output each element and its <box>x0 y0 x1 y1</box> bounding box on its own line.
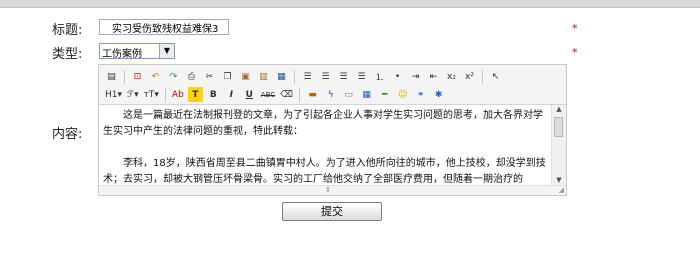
toolbar-separator <box>294 69 295 84</box>
toolbar-row-2: H1 ▾ ℱ ▾ тT ▾ Ab T B I U ABC ⌫ ▬ ϟ ▭ ▦ ━ ☺ … <box>104 86 446 103</box>
paste-text-icon[interactable]: ▥ <box>256 69 271 84</box>
top-bar <box>0 0 700 8</box>
unlink-icon[interactable]: ✱ <box>431 87 446 102</box>
rich-text-editor[interactable]: ▤ ⊡ ↶ ↷ ⎙ ✂ ❐ ▣ ▥ ▦ ☰ ☰ ☰ ☰ ⒈ • ⇥ ⇤ x₂ x… <box>98 64 567 196</box>
subscript-icon[interactable]: x₂ <box>444 69 459 84</box>
resize-grip-icon[interactable]: ⇕ <box>325 186 331 195</box>
font-family-dropdown[interactable]: ℱ ▾ <box>126 87 140 102</box>
chevron-down-icon[interactable]: ▼ <box>159 44 174 58</box>
submit-button[interactable]: 提交 <box>282 202 382 221</box>
table-icon[interactable]: ▦ <box>359 87 374 102</box>
font-color-button[interactable]: Ab <box>171 87 185 102</box>
paste-icon[interactable]: ▣ <box>238 69 253 84</box>
undo-icon[interactable]: ↶ <box>148 69 163 84</box>
outdent-icon[interactable]: ⇤ <box>426 69 441 84</box>
toolbar-separator <box>299 87 301 102</box>
editor-paragraph: 李科，18岁，陕西省周至县二曲镇胃中村人。为了进入他所向往的城市，他上技校，却没… <box>103 158 546 185</box>
toolbar-separator <box>482 69 483 84</box>
media-icon[interactable]: ▭ <box>341 87 356 102</box>
editor-scrollbar[interactable]: ▲ ▼ <box>551 105 566 187</box>
copy-icon[interactable]: ❐ <box>220 69 235 84</box>
link-icon[interactable]: ⚭ <box>413 87 428 102</box>
scroll-up-icon[interactable]: ▲ <box>552 105 566 116</box>
title-required-mark: * <box>572 22 578 35</box>
strikethrough-button[interactable]: ABC <box>260 87 276 102</box>
font-size-label: тT <box>143 89 155 100</box>
title-label: 标题: <box>52 23 83 38</box>
indent-icon[interactable]: ⇥ <box>408 69 423 84</box>
print-icon[interactable]: ⎙ <box>184 69 199 84</box>
bold-button[interactable]: B <box>206 87 221 102</box>
toolbar-row-1: ▤ ⊡ ↶ ↷ ⎙ ✂ ❐ ▣ ▥ ▦ ☰ ☰ ☰ ☰ ⒈ • ⇥ ⇤ x₂ x… <box>104 68 503 85</box>
redo-icon[interactable]: ↷ <box>166 69 181 84</box>
emoticon-icon[interactable]: ☺ <box>395 87 410 102</box>
superscript-icon[interactable]: x² <box>462 69 477 84</box>
editor-statusbar: ⇕ ◢ <box>99 185 566 195</box>
editor-content[interactable]: 这是一篇最近在法制报刊登的文章，为了引起各企业人事对学生实习问题的思考，加大各界… <box>99 105 551 187</box>
horizontal-rule-icon[interactable]: ━ <box>377 87 392 102</box>
source-icon[interactable]: ▤ <box>104 69 119 84</box>
unordered-list-icon[interactable]: • <box>390 69 405 84</box>
highlight-button[interactable]: T <box>187 87 203 102</box>
heading-dropdown[interactable]: H1 ▾ <box>104 87 123 102</box>
fullscreen-icon[interactable]: ⊡ <box>130 69 145 84</box>
toolbar-separator <box>164 87 166 102</box>
flash-icon[interactable]: ϟ <box>323 87 338 102</box>
content-label: 内容: <box>52 127 83 142</box>
underline-button[interactable]: U <box>242 87 257 102</box>
title-input[interactable]: 实习受伤致残权益难保3 <box>99 19 229 35</box>
align-center-icon[interactable]: ☰ <box>318 69 333 84</box>
type-select-value: 工伤案例 <box>102 49 142 60</box>
font-size-dropdown[interactable]: тT ▾ <box>143 87 160 102</box>
paste-word-icon[interactable]: ▦ <box>274 69 289 84</box>
type-select[interactable]: 工伤案例 ▼ <box>99 43 175 60</box>
cut-icon[interactable]: ✂ <box>202 69 217 84</box>
image-icon[interactable]: ▬ <box>305 87 320 102</box>
scrollbar-thumb[interactable] <box>554 117 563 137</box>
ordered-list-icon[interactable]: ⒈ <box>372 69 387 84</box>
font-family-label: ℱ <box>127 89 135 100</box>
toolbar-separator <box>124 69 125 84</box>
editor-paragraph: 这是一篇最近在法制报刊登的文章，为了引起各企业人事对学生实习问题的思考，加大各界… <box>103 110 543 137</box>
align-justify-icon[interactable]: ☰ <box>354 69 369 84</box>
editor-blank-line <box>103 140 547 156</box>
italic-button[interactable]: I <box>224 87 239 102</box>
select-all-icon[interactable]: ↖ <box>488 69 503 84</box>
align-left-icon[interactable]: ☰ <box>300 69 315 84</box>
heading-label: H1 <box>105 89 118 100</box>
resize-corner-icon[interactable]: ◢ <box>559 186 564 195</box>
type-required-mark: * <box>572 46 578 59</box>
align-right-icon[interactable]: ☰ <box>336 69 351 84</box>
type-label: 类型: <box>52 47 83 62</box>
editor-toolbar: ▤ ⊡ ↶ ↷ ⎙ ✂ ❐ ▣ ▥ ▦ ☰ ☰ ☰ ☰ ⒈ • ⇥ ⇤ x₂ x… <box>99 65 566 105</box>
eraser-icon[interactable]: ⌫ <box>279 87 294 102</box>
